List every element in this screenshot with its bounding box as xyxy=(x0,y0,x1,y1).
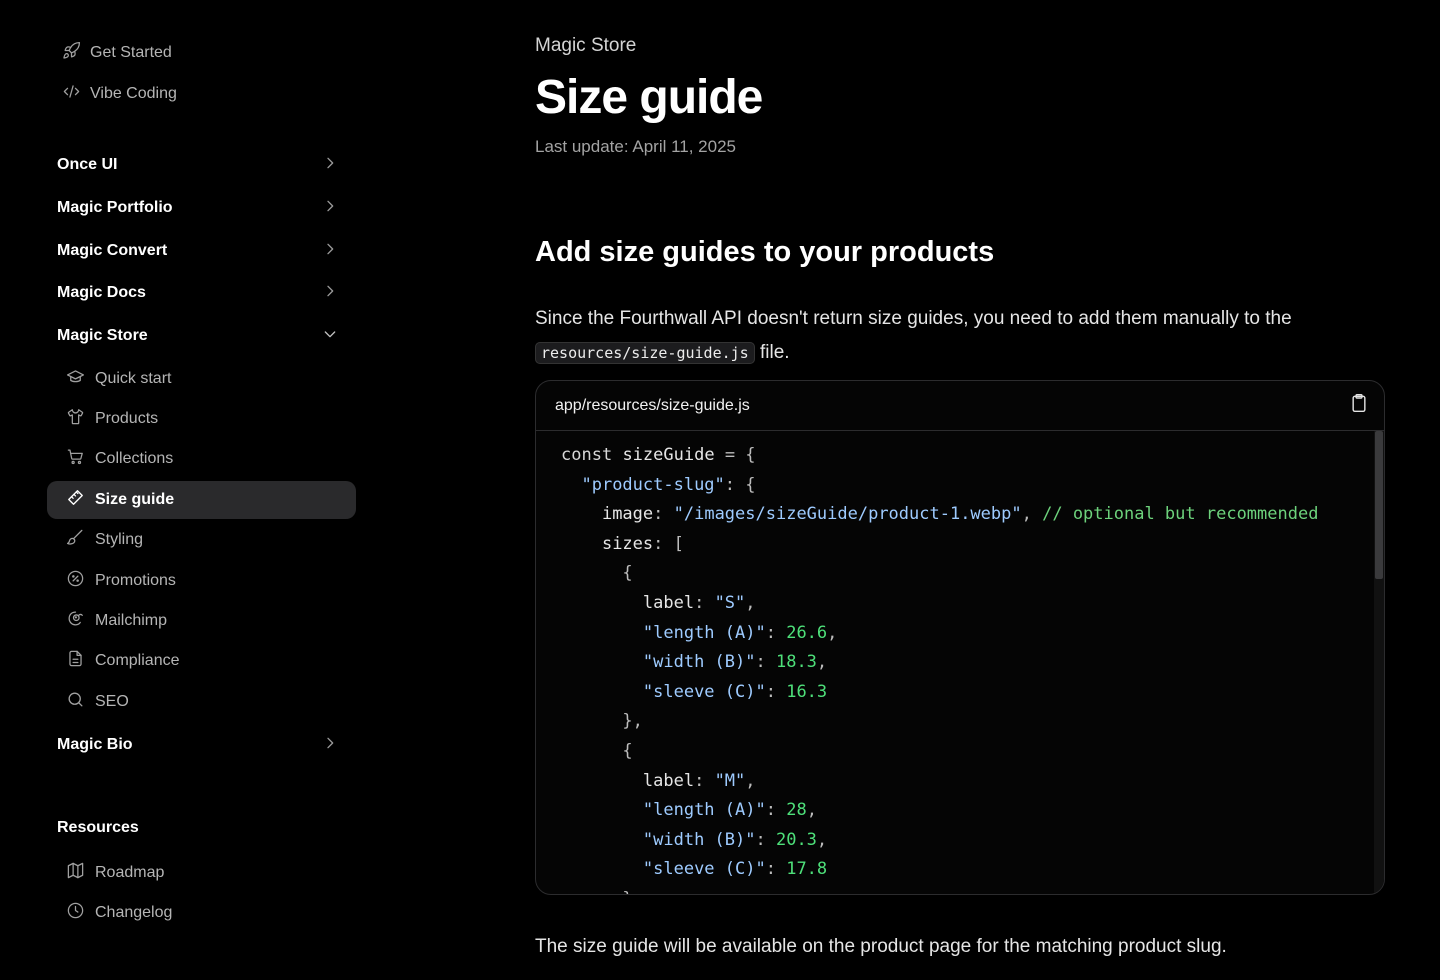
sidebar-item-size-guide[interactable]: Size guide xyxy=(47,481,356,519)
scrollbar-thumb[interactable] xyxy=(1375,431,1383,579)
chevron-right-icon xyxy=(322,283,342,304)
sidebar-group-magic-bio[interactable]: Magic Bio xyxy=(57,730,342,760)
code-header: app/resources/size-guide.js xyxy=(536,381,1384,431)
code-icon xyxy=(62,82,81,106)
last-update: Last update: April 11, 2025 xyxy=(535,137,737,156)
sidebar-link-label: Get Started xyxy=(90,44,172,61)
resources-heading: Resources xyxy=(57,819,139,836)
page-title: Size guide xyxy=(535,71,763,124)
inline-code-path: resources/size-guide.js xyxy=(535,342,755,364)
sidebar-item-label: Collections xyxy=(95,450,174,467)
sidebar-item-label: Mailchimp xyxy=(95,612,168,629)
sidebar-group-magic-convert[interactable]: Magic Convert xyxy=(57,236,342,266)
sidebar-item-label: Products xyxy=(95,410,159,427)
ruler-icon xyxy=(66,488,85,512)
sidebar-item-promotions[interactable]: Promotions xyxy=(66,566,356,596)
clipboard-icon xyxy=(1349,393,1369,418)
sidebar-item-products[interactable]: Products xyxy=(66,404,356,434)
chevron-right-icon xyxy=(322,735,342,756)
sidebar-item-label: Compliance xyxy=(95,652,180,669)
code-block: app/resources/size-guide.js const sizeGu… xyxy=(535,380,1385,895)
sidebar-link-vibe-coding[interactable]: Vibe Coding xyxy=(62,82,177,106)
docs-page: Get Started Vibe Coding Once UI Magic Po… xyxy=(0,0,1440,980)
sidebar-group-once-ui[interactable]: Once UI xyxy=(57,150,342,180)
sidebar-group-label: Magic Convert xyxy=(57,242,168,259)
map-icon xyxy=(66,861,85,885)
sidebar-group-magic-docs[interactable]: Magic Docs xyxy=(57,278,342,308)
sidebar-group-magic-store[interactable]: Magic Store xyxy=(57,321,342,351)
sidebar-item-label: SEO xyxy=(95,693,129,710)
copy-button[interactable] xyxy=(1348,393,1370,418)
intro-paragraph: Since the Fourthwall API doesn't return … xyxy=(535,302,1385,370)
sidebar-group-label: Magic Docs xyxy=(57,284,146,301)
sidebar-link-get-started[interactable]: Get Started xyxy=(62,41,172,65)
sidebar-item-styling[interactable]: Styling xyxy=(66,525,356,555)
sidebar: Get Started Vibe Coding Once UI Magic Po… xyxy=(0,0,380,980)
document-icon xyxy=(66,649,85,673)
chevron-right-icon xyxy=(322,155,342,176)
sidebar-item-label: Promotions xyxy=(95,572,176,589)
section-heading: Add size guides to your products xyxy=(535,236,995,268)
code-filename: app/resources/size-guide.js xyxy=(555,396,750,414)
sidebar-group-label: Magic Portfolio xyxy=(57,199,173,216)
chevron-down-icon xyxy=(322,326,342,347)
section-eyebrow: Magic Store xyxy=(535,35,637,56)
mailchimp-icon xyxy=(66,609,85,633)
sidebar-item-quick-start[interactable]: Quick start xyxy=(66,364,356,394)
sidebar-group-label: Once UI xyxy=(57,156,118,173)
code-body[interactable]: const sizeGuide = { "product-slug": { im… xyxy=(536,431,1384,894)
sidebar-item-roadmap[interactable]: Roadmap xyxy=(66,858,356,888)
sidebar-item-collections[interactable]: Collections xyxy=(66,444,356,474)
paragraph-text-end: file. xyxy=(754,342,790,363)
cart-icon xyxy=(66,447,85,471)
closing-paragraph: The size guide will be available on the … xyxy=(535,936,1227,957)
sidebar-item-compliance[interactable]: Compliance xyxy=(66,646,356,676)
brush-icon xyxy=(66,528,85,552)
sidebar-item-label: Roadmap xyxy=(95,864,165,881)
code-content: const sizeGuide = { "product-slug": { im… xyxy=(561,445,1319,894)
sidebar-item-seo[interactable]: SEO xyxy=(66,687,356,717)
sidebar-item-mailchimp[interactable]: Mailchimp xyxy=(66,606,356,636)
code-scrollbar[interactable] xyxy=(1374,431,1384,894)
sidebar-link-label: Vibe Coding xyxy=(90,85,177,102)
chevron-right-icon xyxy=(322,198,342,219)
sidebar-group-label: Magic Bio xyxy=(57,736,133,753)
sidebar-item-changelog[interactable]: Changelog xyxy=(66,898,356,928)
tshirt-icon xyxy=(66,407,85,431)
discount-icon xyxy=(66,569,85,593)
rocket-icon xyxy=(62,41,81,65)
graduation-cap-icon xyxy=(66,367,85,391)
sidebar-item-label: Size guide xyxy=(95,491,175,508)
paragraph-text: Since the Fourthwall API doesn't return … xyxy=(535,308,1292,329)
search-icon xyxy=(66,690,85,714)
sidebar-group-magic-portfolio[interactable]: Magic Portfolio xyxy=(57,193,342,223)
sidebar-item-label: Quick start xyxy=(95,370,172,387)
clock-icon xyxy=(66,901,85,925)
sidebar-group-label: Magic Store xyxy=(57,327,148,344)
sidebar-item-label: Styling xyxy=(95,531,144,548)
sidebar-item-label: Changelog xyxy=(95,904,173,921)
chevron-right-icon xyxy=(322,241,342,262)
